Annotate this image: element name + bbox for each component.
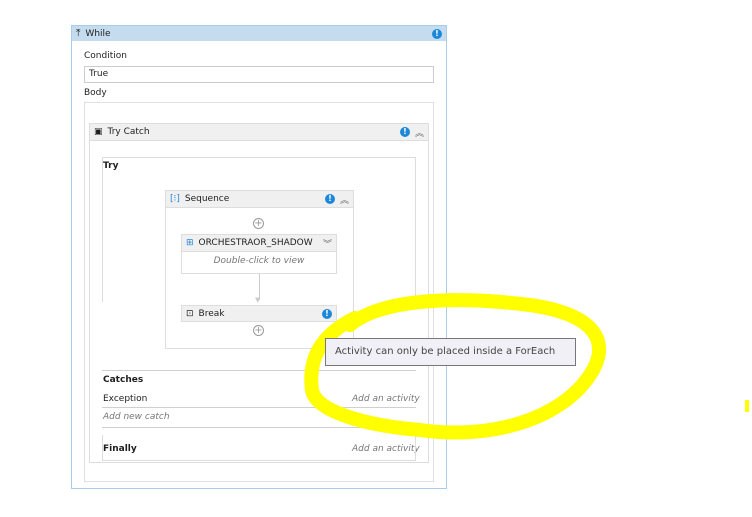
highlight-scribble	[304, 293, 749, 440]
tooltip: Activity can only be placed inside a For…	[325, 338, 576, 366]
